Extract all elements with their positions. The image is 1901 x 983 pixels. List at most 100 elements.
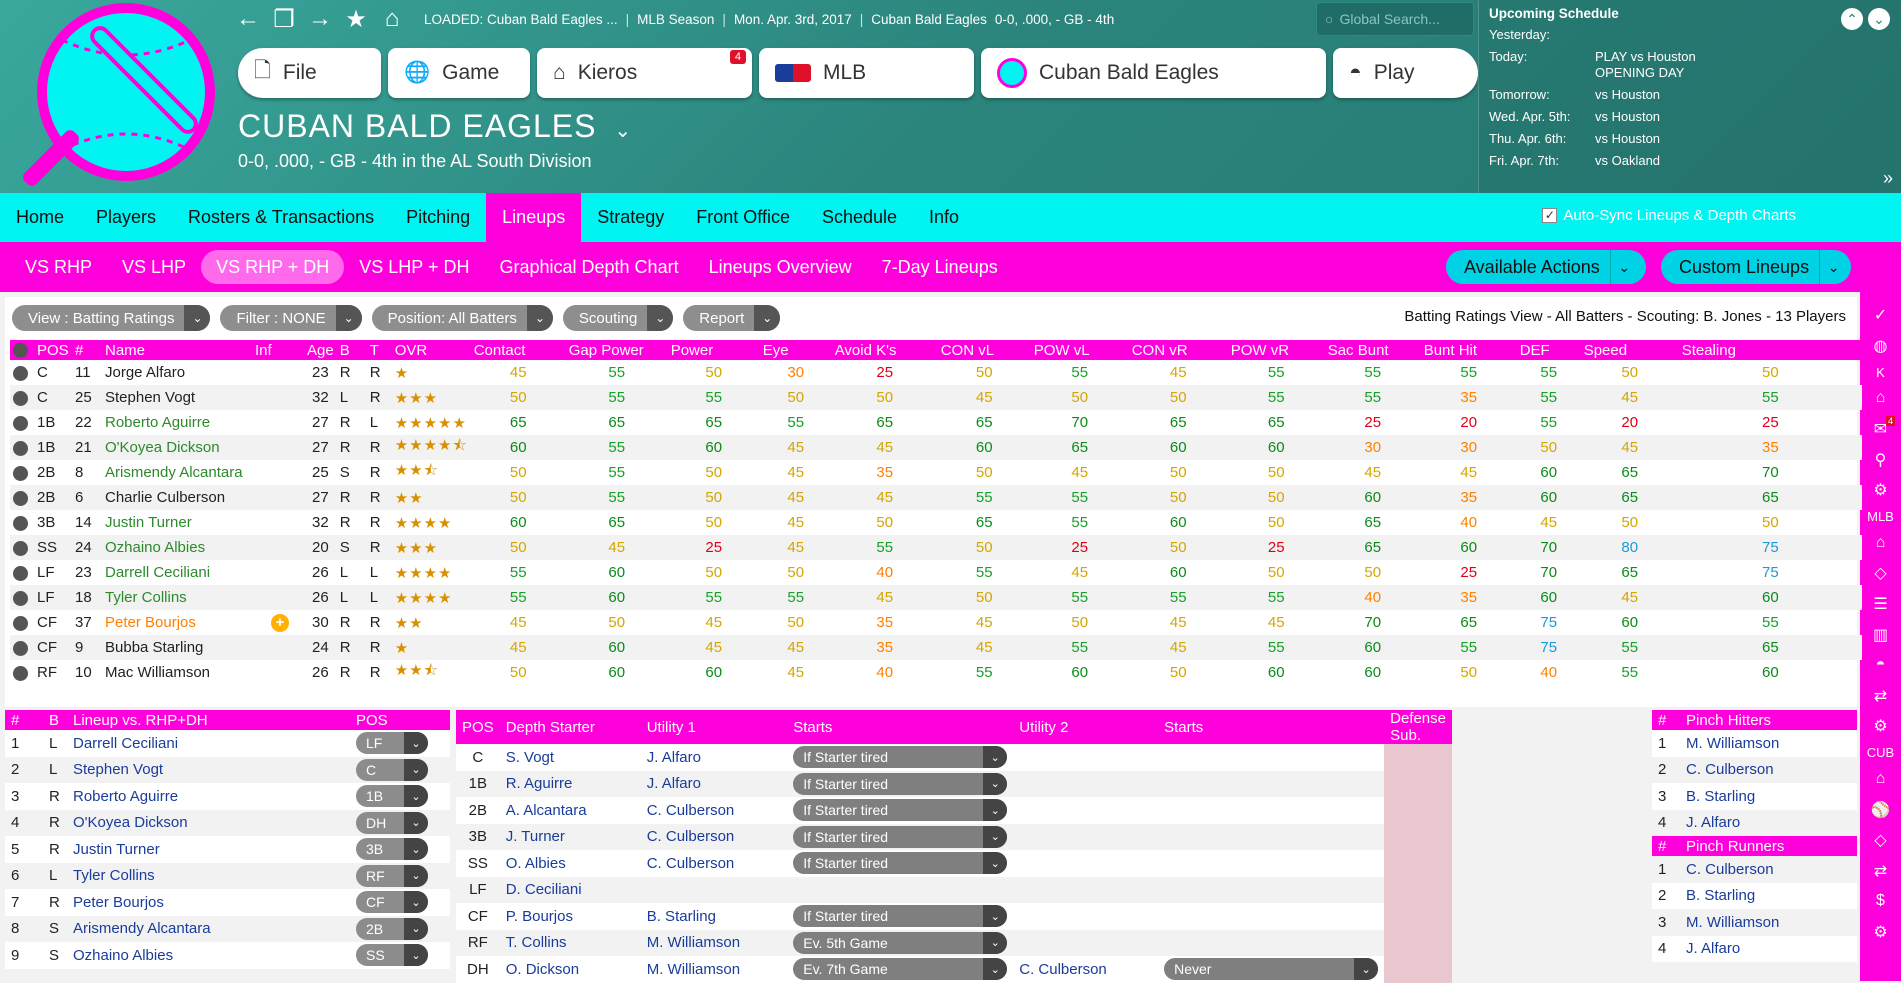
schedule-row[interactable]: Today: PLAY vs Houston OPENING DAY (1489, 49, 1891, 81)
tab-pitching[interactable]: Pitching (390, 193, 486, 242)
utility2-link[interactable] (1013, 797, 1158, 824)
tab-schedule[interactable]: Schedule (806, 193, 913, 242)
transfer-icon[interactable]: ⇄ (1860, 856, 1901, 887)
player-name-link[interactable]: Tyler Collins (102, 585, 252, 610)
custom-lineups-button[interactable]: Custom Lineups ⌄ (1661, 250, 1851, 284)
defense-sub-cell[interactable] (1384, 850, 1452, 877)
pinch-hitter-link[interactable]: B. Starling (1680, 783, 1857, 810)
tab-vs-lhp-dh[interactable]: VS LHP + DH (344, 250, 484, 284)
defense-sub-cell[interactable] (1384, 823, 1452, 850)
player-name-link[interactable]: Jorge Alfaro (102, 360, 252, 385)
column-header[interactable]: CON vL (937, 340, 1031, 360)
depth-starter-link[interactable]: O. Albies (500, 850, 641, 877)
pinch-hitter-row[interactable]: 2 C. Culberson (1652, 756, 1857, 783)
menu-kieros-button[interactable]: ⌂ Kieros 4 (537, 48, 752, 98)
utility2-link[interactable] (1013, 770, 1159, 797)
lineup-player-link[interactable]: Darrell Ceciliani (67, 730, 350, 757)
position-select[interactable]: 2B ⌄ (356, 917, 428, 940)
filter-dropdown[interactable]: Filter : NONE ⌄ (220, 305, 362, 331)
pinch-runner-link[interactable]: C. Culberson (1680, 856, 1857, 883)
player-row[interactable]: 1B 21 O'Koyea Dickson 27 R R ★★★★⯪ 60 55 60 45 45 60… (10, 435, 1862, 460)
lineup-player-link[interactable]: Roberto Aguirre (67, 783, 350, 810)
starts-select[interactable]: If Starter tired ⌄ (793, 799, 1008, 822)
menu-mlb-button[interactable]: MLB (759, 48, 974, 98)
lineup-player-link[interactable]: Ozhaino Albies (67, 942, 350, 969)
player-row[interactable]: LF 23 Darrell Ceciliani 26 L L ★★★★ 55 60 50 50 40 5… (10, 560, 1862, 585)
pinch-hitter-link[interactable]: M. Williamson (1680, 730, 1857, 757)
baseball-icon[interactable]: ◓ (1860, 650, 1901, 681)
autosync-toggle[interactable]: ✓ Auto-Sync Lineups & Depth Charts (1542, 207, 1796, 224)
select-cell[interactable] (10, 535, 34, 560)
defense-sub-cell[interactable] (1384, 903, 1452, 930)
lineup-row[interactable]: 7 R Peter Bourjos CF ⌄ (5, 889, 450, 916)
column-header[interactable]: # (72, 340, 102, 360)
gear-icon[interactable]: ⚙ (1860, 711, 1901, 742)
select-cell[interactable] (10, 435, 34, 460)
schedule-row[interactable]: Wed. Apr. 5th: vs Houston (1489, 109, 1891, 125)
lineup-row[interactable]: 9 S Ozhaino Albies SS ⌄ (5, 942, 450, 969)
double-chevron-right-icon[interactable]: » (1883, 168, 1893, 189)
pinch-hitter-row[interactable]: 4 J. Alfaro (1652, 809, 1857, 836)
bar-chart-icon[interactable]: ▥ (1860, 619, 1901, 650)
select-cell[interactable] (10, 385, 34, 410)
tab-rosters-transactions[interactable]: Rosters & Transactions (172, 193, 390, 242)
lineup-row[interactable]: 8 S Arismendy Alcantara 2B ⌄ (5, 915, 450, 942)
lineup-row[interactable]: 6 L Tyler Collins RF ⌄ (5, 862, 450, 889)
player-row[interactable]: CF 9 Bubba Starling 24 R R ★ 45 60 45 45 35 45 55 45 55… (10, 635, 1862, 660)
back-arrow-icon[interactable]: ← (230, 0, 266, 38)
tab-graphical-depth-chart[interactable]: Graphical Depth Chart (484, 250, 693, 284)
mail-icon[interactable]: ✉ 4 (1860, 414, 1901, 445)
column-header[interactable]: T (366, 340, 392, 360)
lineup-player-link[interactable]: O'Koyea Dickson (67, 809, 350, 836)
lineup-row[interactable]: 2 L Stephen Vogt C ⌄ (5, 756, 450, 783)
tab-vs-rhp[interactable]: VS RHP (10, 250, 107, 284)
defense-sub-cell[interactable] (1384, 797, 1452, 824)
search-icon[interactable]: ⚲ (1860, 444, 1901, 475)
utility2-link[interactable] (1013, 823, 1159, 850)
player-name-link[interactable]: O'Koyea Dickson (102, 435, 252, 460)
select-all-column[interactable] (10, 340, 34, 360)
player-name-link[interactable]: Stephen Vogt (102, 385, 252, 410)
lineup-player-link[interactable]: Peter Bourjos (67, 889, 350, 916)
tab-front-office[interactable]: Front Office (680, 193, 806, 242)
available-actions-button[interactable]: Available Actions ⌄ (1446, 250, 1646, 284)
starts-select[interactable]: Never ⌄ (1164, 958, 1379, 981)
schedule-row[interactable]: Tomorrow: vs Houston (1489, 87, 1891, 103)
tab-home[interactable]: Home (0, 193, 80, 242)
starts-select[interactable]: If Starter tired ⌄ (793, 905, 1008, 928)
position-select[interactable]: 1B ⌄ (356, 785, 428, 808)
home-icon[interactable]: ⌂ (1860, 764, 1901, 795)
column-header[interactable]: Eye (759, 340, 832, 360)
starts-select[interactable]: If Starter tired ⌄ (793, 746, 1008, 769)
team-logo[interactable] (14, 0, 224, 192)
lineup-row[interactable]: 3 R Roberto Aguirre 1B ⌄ (5, 783, 450, 810)
depth-starter-link[interactable]: D. Ceciliani (499, 876, 641, 903)
utility2-link[interactable] (1013, 876, 1159, 903)
column-header[interactable]: Bunt Hit (1420, 340, 1517, 360)
lineup-player-link[interactable]: Arismendy Alcantara (67, 915, 350, 942)
view-dropdown[interactable]: View : Batting Ratings ⌄ (12, 305, 211, 331)
depth-starter-link[interactable]: A. Alcantara (500, 797, 641, 824)
player-name-link[interactable]: Justin Turner (102, 510, 252, 535)
tab-vs-rhp-dh[interactable]: VS RHP + DH (201, 250, 345, 284)
tab-lineups-overview[interactable]: Lineups Overview (694, 250, 867, 284)
player-row[interactable]: 2B 6 Charlie Culberson 27 R R ★★ 50 55 50 45 45 55 55… (10, 485, 1862, 510)
pinch-runner-row[interactable]: 4 J. Alfaro (1652, 936, 1857, 963)
select-cell[interactable] (10, 660, 34, 685)
defense-sub-cell[interactable] (1384, 876, 1452, 903)
pinch-runner-link[interactable]: J. Alfaro (1680, 936, 1857, 963)
tab-7-day-lineups[interactable]: 7-Day Lineups (867, 250, 1013, 284)
position-select[interactable]: CF ⌄ (356, 891, 428, 914)
depth-starter-link[interactable]: R. Aguirre (499, 770, 641, 797)
list-icon[interactable]: ☰ (1860, 589, 1901, 620)
column-header[interactable]: Speed (1580, 340, 1679, 360)
dollar-icon[interactable]: $ (1860, 886, 1901, 917)
pinch-runner-row[interactable]: 2 B. Starling (1652, 883, 1857, 910)
utility1-link[interactable]: M. Williamson (640, 929, 788, 956)
player-name-link[interactable]: Ozhaino Albies (102, 535, 252, 560)
utility2-link[interactable] (1013, 903, 1158, 930)
copy-icon[interactable]: ❐ (266, 0, 302, 38)
starts-select[interactable]: If Starter tired ⌄ (793, 772, 1008, 795)
pinch-runner-link[interactable]: B. Starling (1680, 883, 1857, 910)
position-select[interactable]: 3B ⌄ (356, 838, 428, 861)
